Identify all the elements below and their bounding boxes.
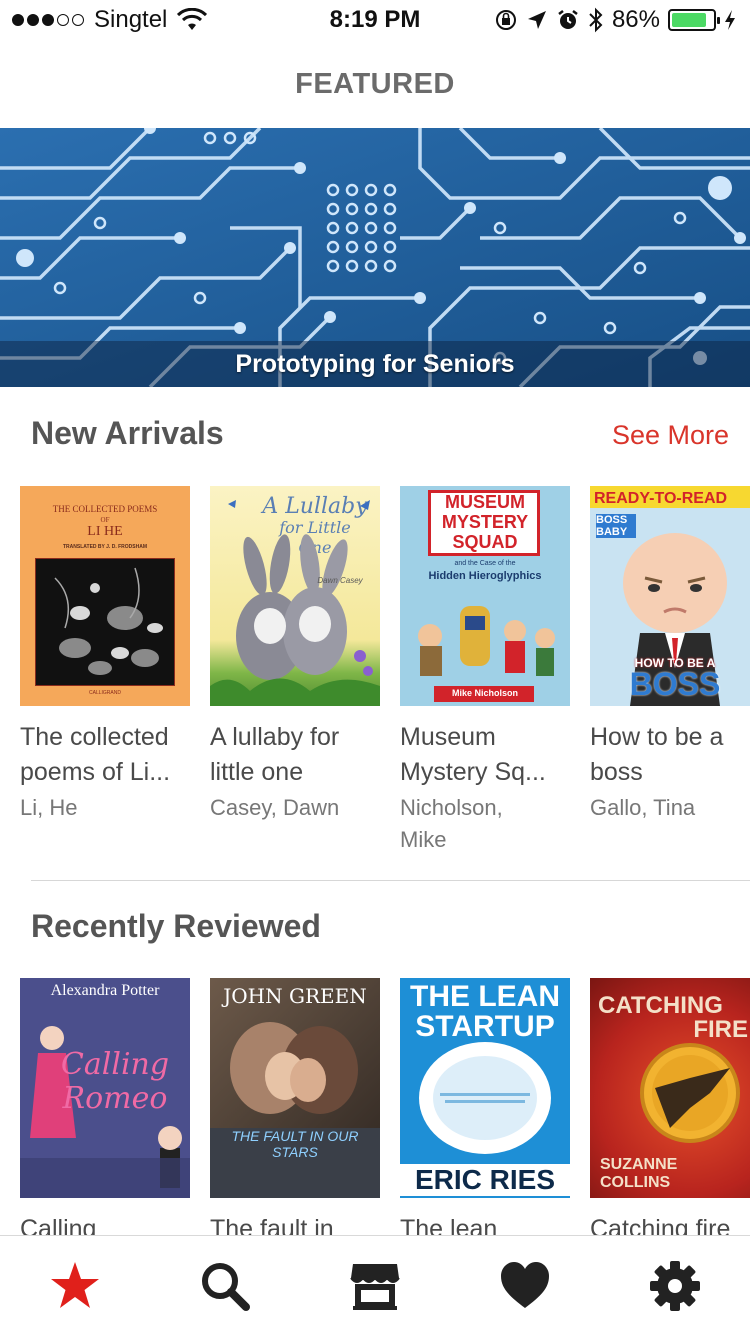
tab-search[interactable] xyxy=(199,1260,251,1312)
book-cover: THE COLLECTED POEMS OF LI HE TRANSLATED … xyxy=(20,486,190,706)
cover-text: THE COLLECTED POEMS xyxy=(52,504,158,514)
star-icon xyxy=(51,1262,99,1308)
book-author: Nicholson, Mike xyxy=(400,795,503,852)
book-title: The collected poems of Li... xyxy=(20,723,171,786)
book-author: Gallo, Tina xyxy=(590,795,696,820)
cover-text: Calling Romeo xyxy=(60,1047,170,1116)
search-icon xyxy=(202,1263,250,1311)
tab-store[interactable] xyxy=(349,1260,401,1312)
cover-text: LI HE xyxy=(87,524,123,539)
book-card[interactable]: READY-TO-READ BOSS BABY HOW TO BE A BOSS… xyxy=(590,486,750,824)
museum-illustration xyxy=(418,606,555,676)
cover-text: ERIC RIES xyxy=(400,1164,570,1196)
book-card[interactable]: CATCHING FIRE SUZANNE COLLINS Catching f… xyxy=(590,978,750,1247)
book-card[interactable]: JOHN GREEN THE FAULT IN OUR STARS The fa… xyxy=(210,978,380,1247)
book-cover: CATCHING FIRE SUZANNE COLLINS xyxy=(590,978,750,1198)
tab-bar xyxy=(0,1235,750,1334)
book-card[interactable]: A Lullaby for Little One Dawn Casey A lu… xyxy=(210,486,380,824)
cover-text: OF xyxy=(100,516,110,524)
cover-text: Dawn Casey xyxy=(317,576,363,585)
see-more-link[interactable]: See More xyxy=(612,420,729,451)
cover-text: SQUAD xyxy=(452,532,518,552)
book-cover: THE LEAN STARTUP ERIC RIES xyxy=(400,978,570,1198)
book-cover: JOHN GREEN THE FAULT IN OUR STARS xyxy=(210,978,380,1198)
lean-startup-circle xyxy=(419,1042,551,1154)
book-title: How to be a boss xyxy=(590,723,724,786)
section-divider xyxy=(31,880,750,881)
book-cover: Alexandra Potter Calling Romeo xyxy=(20,978,190,1198)
battery-percent: 86% xyxy=(611,6,660,33)
cover-text: Hidden Hieroglyphics xyxy=(428,570,542,582)
charging-icon xyxy=(725,10,735,30)
couple-photo xyxy=(210,1022,380,1198)
cover-text: and the Case of the xyxy=(454,560,516,567)
cover-text: MUSEUM xyxy=(445,492,525,512)
cover-text: Mike Nicholson xyxy=(451,688,518,698)
cover-text: TRANSLATED BY J. D. FRODSHAM xyxy=(63,544,147,550)
cover-text: JOHN GREEN xyxy=(223,984,367,1008)
book-cover: A Lullaby for Little One Dawn Casey xyxy=(210,486,380,706)
bluetooth-icon xyxy=(589,7,603,33)
book-title: A lullaby for little one xyxy=(210,723,340,786)
book-title: Museum Mystery Sq... xyxy=(400,723,546,786)
cover-text: THE FAULT IN OUR STARS xyxy=(231,1128,359,1160)
book-cover: READY-TO-READ BOSS BABY HOW TO BE A BOSS xyxy=(590,486,750,706)
banner-caption: Prototyping for Seniors xyxy=(235,350,515,378)
book-card[interactable]: MUSEUM MYSTERY SQUAD and the Case of the… xyxy=(400,486,570,856)
status-right: 86% xyxy=(494,6,736,34)
page-title: FEATURED xyxy=(295,68,455,100)
bunnies-illustration xyxy=(210,500,380,706)
tab-settings[interactable] xyxy=(649,1260,701,1312)
lotus-photo xyxy=(35,558,175,686)
status-left: Singtel xyxy=(12,6,208,34)
book-card[interactable]: THE COLLECTED POEMS OF LI HE TRANSLATED … xyxy=(20,486,190,824)
orientation-lock-icon xyxy=(495,10,516,30)
cover-text: Alexandra Potter xyxy=(50,982,160,999)
location-icon xyxy=(527,11,546,29)
book-author: Li, He xyxy=(20,795,78,820)
status-bar: Singtel 8:19 PM 86% xyxy=(0,0,750,40)
carrier-name: Singtel xyxy=(94,6,168,33)
alarm-icon xyxy=(558,10,578,29)
book-card[interactable]: THE LEAN STARTUP ERIC RIES The lean xyxy=(400,978,570,1247)
cover-text: COLLINS xyxy=(600,1174,671,1191)
wifi-icon xyxy=(177,8,208,30)
book-author: Casey, Dawn xyxy=(210,795,340,820)
cover-text: CALLIGRAND xyxy=(89,690,121,696)
featured-banner[interactable]: Prototyping for Seniors xyxy=(0,128,750,387)
store-icon xyxy=(350,1264,400,1310)
heart-icon xyxy=(501,1262,549,1308)
gear-icon xyxy=(650,1261,700,1311)
recently-reviewed-title: Recently Reviewed xyxy=(31,908,321,944)
cover-text: MYSTERY xyxy=(441,512,529,532)
battery-icon xyxy=(668,9,720,31)
book-card[interactable]: Alexandra Potter Calling Romeo Calling xyxy=(20,978,190,1247)
cover-text: SUZANNE xyxy=(600,1156,678,1173)
cover-text: BOSS xyxy=(629,666,721,702)
signal-strength-icon xyxy=(12,14,84,26)
new-arrivals-title: New Arrivals xyxy=(31,415,224,451)
mockingjay-emblem xyxy=(640,1043,740,1143)
tab-favorites[interactable] xyxy=(499,1260,551,1312)
book-cover: MUSEUM MYSTERY SQUAD and the Case of the… xyxy=(400,486,570,706)
cover-text: THE LEAN xyxy=(410,980,560,1013)
cover-text: READY-TO-READ xyxy=(594,490,728,507)
tab-featured[interactable] xyxy=(49,1260,101,1312)
